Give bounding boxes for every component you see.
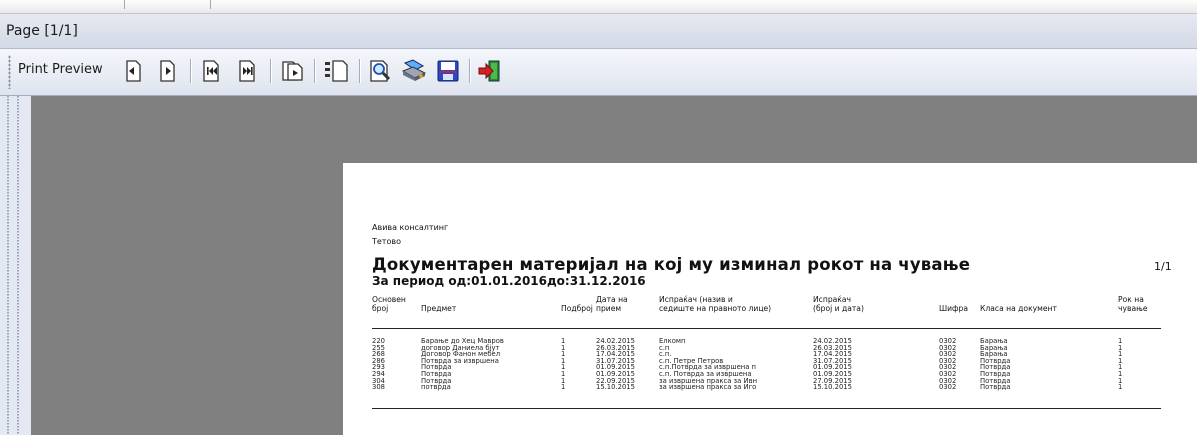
left-margin bbox=[0, 96, 30, 435]
page-setup-button[interactable] bbox=[322, 57, 350, 85]
cell-subject: потврда bbox=[421, 383, 451, 392]
page-setup-icon bbox=[325, 60, 348, 82]
cell-subnumber: 1 bbox=[561, 383, 566, 392]
save-button[interactable] bbox=[434, 57, 462, 85]
col-header-received-date: Дата на прием bbox=[596, 295, 628, 313]
last-page-button[interactable] bbox=[234, 57, 262, 85]
top-strip bbox=[0, 0, 1197, 14]
print-preview-toolbar: Print Preview bbox=[0, 49, 1197, 96]
first-page-icon bbox=[203, 60, 219, 82]
print-preview-window: Page [1/1] Print Preview Авива консалтин… bbox=[0, 14, 1197, 435]
cell-code: 0302 bbox=[939, 383, 957, 392]
company-name: Авива консалтинг bbox=[372, 223, 449, 232]
toolbar-grip[interactable] bbox=[8, 55, 11, 89]
col-header-retention: Рок на чување bbox=[1118, 295, 1148, 313]
previous-page-button[interactable] bbox=[119, 57, 147, 85]
exit-button[interactable] bbox=[476, 57, 504, 85]
page-left-icon bbox=[126, 60, 141, 82]
cell-retention: 1 bbox=[1118, 383, 1123, 392]
col-header-subnumber: Подброј bbox=[561, 303, 593, 313]
toolbar-label: Print Preview bbox=[18, 62, 103, 77]
col-header-subject: Предмет bbox=[421, 303, 457, 313]
report-period: За период од:01.01.2016до:31.12.2016 bbox=[372, 274, 646, 288]
cell-sender-number: 15.10.2015 bbox=[813, 383, 852, 392]
col-header-sender-number: Испраќач (број и дата) bbox=[813, 295, 864, 313]
company-city: Тетово bbox=[372, 237, 401, 246]
col-header-code: Шифра bbox=[939, 303, 969, 313]
cell-received-date: 15.10.2015 bbox=[596, 383, 635, 392]
page-right-icon bbox=[160, 60, 175, 82]
exit-arrow-icon bbox=[478, 60, 500, 82]
zoom-button[interactable] bbox=[366, 57, 394, 85]
print-button[interactable] bbox=[400, 57, 428, 85]
first-page-button[interactable] bbox=[198, 57, 226, 85]
col-header-sender-name: Испраќач (назив и седиште на правното лиц… bbox=[659, 295, 772, 313]
refresh-button[interactable] bbox=[278, 57, 306, 85]
preview-canvas[interactable]: Авива консалтинг Тетово Документарен мат… bbox=[31, 96, 1197, 435]
magnifier-icon bbox=[370, 60, 391, 82]
header-rule bbox=[372, 328, 1161, 329]
col-header-document-class: Класа на документ bbox=[980, 303, 1057, 313]
col-header-basic-number: Основен број bbox=[372, 295, 406, 313]
window-title: Page [1/1] bbox=[6, 23, 78, 39]
last-page-icon bbox=[239, 60, 255, 82]
cell-basic-number: 308 bbox=[372, 383, 385, 392]
refresh-page-icon bbox=[282, 61, 303, 81]
report-page: Авива консалтинг Тетово Документарен мат… bbox=[343, 163, 1197, 435]
footer-rule bbox=[372, 408, 1161, 409]
next-page-button[interactable] bbox=[154, 57, 182, 85]
report-title: Документарен материјал на кој му изминал… bbox=[372, 255, 971, 274]
page-number: 1/1 bbox=[1154, 260, 1172, 273]
floppy-disk-icon bbox=[437, 60, 459, 82]
title-bar: Page [1/1] bbox=[0, 14, 1197, 49]
printer-icon bbox=[401, 59, 427, 81]
cell-sender-name: за извршена пракса за Иго bbox=[659, 383, 757, 392]
cell-document-class: Потврда bbox=[980, 383, 1011, 392]
